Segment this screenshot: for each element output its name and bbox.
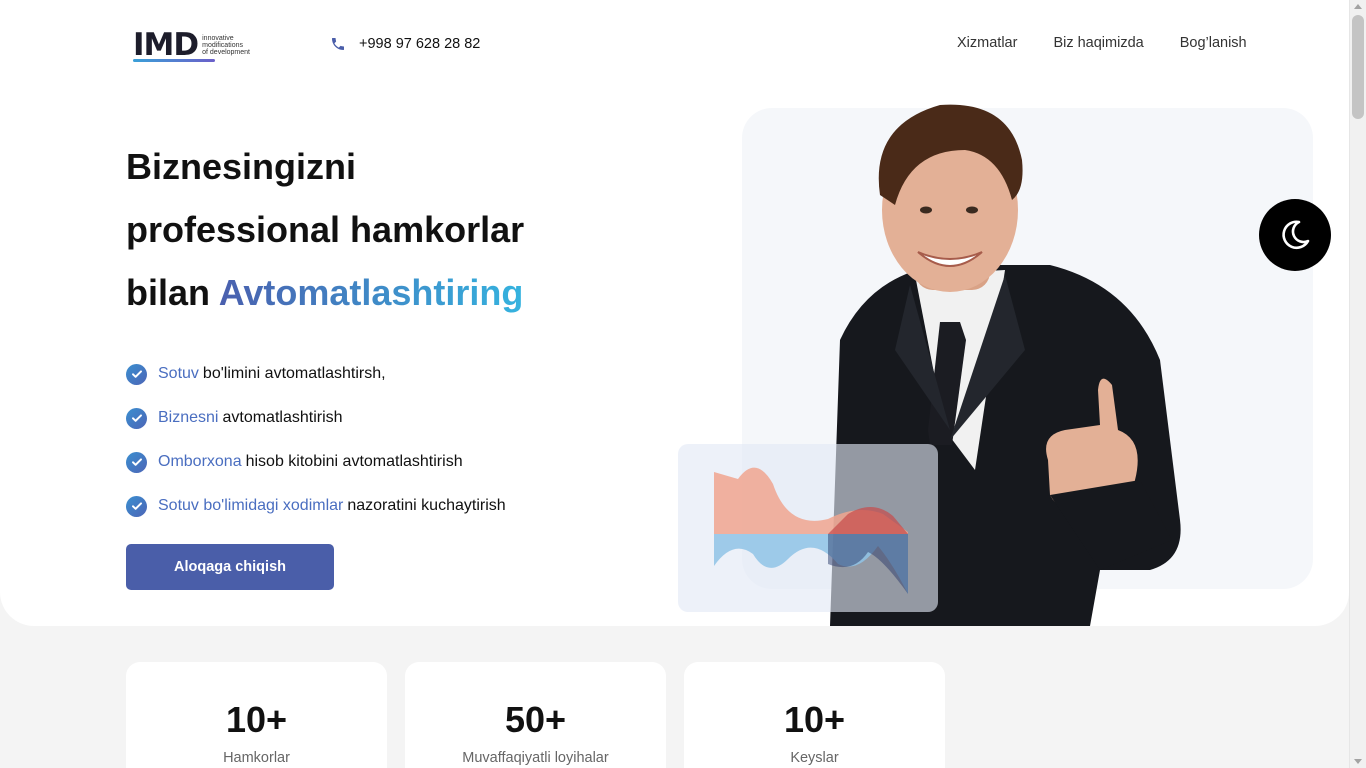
nav-link-contact[interactable]: Bog’lanish (1180, 35, 1247, 51)
feature-item: Sotuv bo'limini avtomatlashtirsh, (126, 352, 506, 396)
feature-item: Omborxona hisob kitobini avtomatlashtiri… (126, 440, 506, 484)
hero-section: IMD innovative modifications of developm… (0, 0, 1349, 626)
hero-headline: Biznesingizni professional hamkorlar bil… (126, 135, 524, 324)
feature-item: Sotuv bo'limidagi xodimlar nazoratini ku… (126, 484, 506, 528)
scroll-thumb[interactable] (1352, 15, 1364, 119)
check-circle-icon (126, 407, 147, 429)
logo[interactable]: IMD innovative modifications of developm… (133, 26, 281, 64)
feature-text: hisob kitobini avtomatlashtirish (245, 453, 463, 470)
feature-text: bo'limini avtomatlashtirsh, (202, 365, 386, 382)
feature-highlight: Sotuv (158, 365, 199, 382)
nav-link-services[interactable]: Xizmatlar (957, 35, 1017, 51)
feature-highlight: Biznesni (158, 409, 219, 426)
feature-list: Sotuv bo'limini avtomatlashtirsh, Biznes… (126, 352, 506, 528)
theme-toggle-button[interactable] (1259, 199, 1331, 271)
decorative-chart-card (678, 444, 938, 612)
stat-value: 10+ (783, 699, 846, 740)
logo-underline (133, 59, 215, 62)
phone-icon (332, 38, 344, 50)
phone-contact[interactable]: +998 97 628 28 82 (330, 36, 480, 52)
nav-link-about[interactable]: Biz haqimizda (1053, 35, 1143, 51)
logo-tagline-line: of development (202, 48, 250, 56)
decorative-wave-graphic (714, 467, 908, 594)
feature-highlight: Sotuv bo'limidagi xodimlar (158, 497, 344, 514)
logo-mark: IMD (133, 26, 199, 63)
main-nav: Xizmatlar Biz haqimizda Bog’lanish (957, 35, 1247, 51)
feature-item: Biznesni avtomatlashtirish (126, 396, 506, 440)
headline-line: Biznesingizni (126, 146, 357, 187)
phone-number: +998 97 628 28 82 (359, 36, 481, 52)
logo-tagline-line: modifications (202, 41, 243, 49)
page-scrollbar[interactable] (1349, 0, 1366, 768)
stat-card: 50+ Muvaffaqiyatli loyihalar (405, 662, 666, 768)
scroll-up-arrow-icon[interactable] (1354, 4, 1362, 9)
feature-text: avtomatlashtirish (222, 409, 343, 426)
stat-value: 50+ (504, 699, 567, 740)
feature-highlight: Omborxona (158, 453, 242, 470)
logo-tagline: innovative modifications of development (202, 35, 250, 56)
stat-label: Muvaffaqiyatli loyihalar (462, 750, 609, 766)
headline-line: bilan (126, 272, 211, 313)
contact-cta-button[interactable]: Aloqaga chiqish (126, 544, 334, 590)
stat-value: 10+ (225, 699, 288, 740)
check-circle-icon (126, 451, 147, 473)
logo-tagline-line: innovative (202, 34, 234, 42)
stat-label: Keyslar (790, 750, 839, 766)
scroll-down-arrow-icon[interactable] (1354, 759, 1362, 764)
stat-card: 10+ Keyslar (684, 662, 945, 768)
headline-accent: Avtomatlashtiring (218, 272, 524, 313)
feature-text: nazoratini kuchaytirish (347, 497, 506, 514)
headline-line: professional hamkorlar (126, 209, 525, 250)
check-circle-icon (126, 495, 147, 517)
stat-label: Hamkorlar (223, 750, 290, 766)
stat-card: 10+ Hamkorlar (126, 662, 387, 768)
check-circle-icon (126, 363, 147, 385)
moon-icon (1282, 220, 1310, 250)
